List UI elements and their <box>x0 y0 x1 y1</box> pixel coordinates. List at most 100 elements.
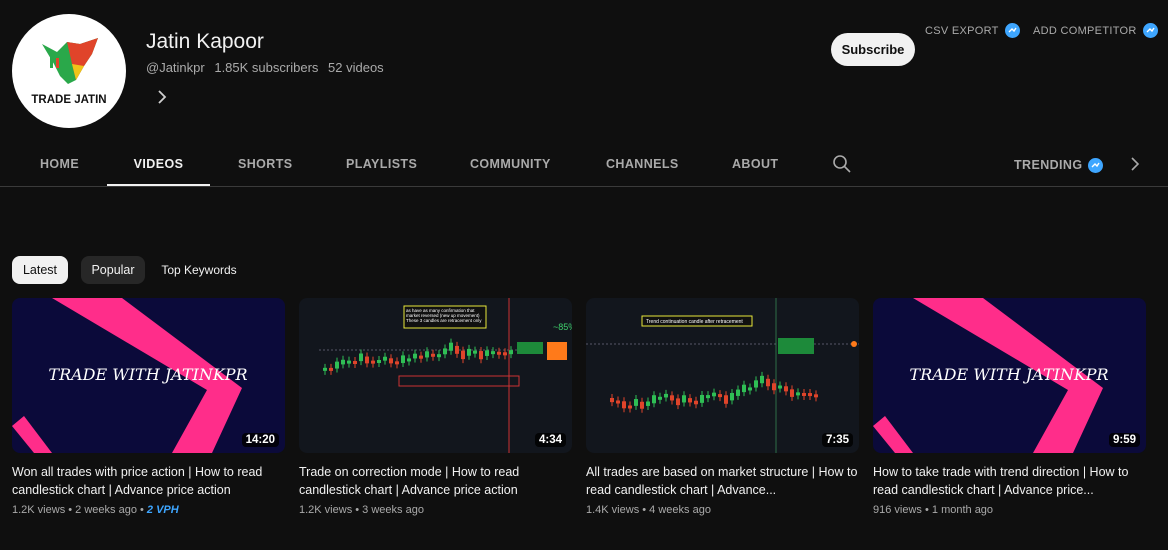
thumbnail-text: TRADE WITH JATINKPR <box>909 365 1108 384</box>
candle <box>479 351 483 360</box>
chevron-right-icon[interactable] <box>154 88 170 106</box>
candle <box>688 398 692 403</box>
video-duration: 9:59 <box>1108 433 1140 447</box>
channel-tabs: HOME VIDEOS SHORTS PLAYLISTS COMMUNITY C… <box>0 146 1168 187</box>
candle <box>748 387 752 391</box>
logo-text: TRADE JATIN <box>31 94 106 106</box>
channel-meta: @Jatinkpr 1.85K subscribers 52 videos <box>146 60 390 75</box>
candle <box>676 398 680 406</box>
candle <box>694 400 698 405</box>
search-icon[interactable] <box>832 154 852 174</box>
tab-home[interactable]: HOME <box>40 146 79 184</box>
candle <box>401 355 405 364</box>
candle <box>509 350 513 355</box>
candle <box>622 401 626 409</box>
extension-icon <box>1004 23 1020 38</box>
candle <box>640 401 644 409</box>
video-title[interactable]: Won all trades with price action | How t… <box>12 463 285 499</box>
filter-latest[interactable]: Latest <box>12 256 68 284</box>
candle <box>395 361 399 365</box>
candle <box>461 350 465 360</box>
candle <box>473 350 477 354</box>
video-title[interactable]: Trade on correction mode | How to read c… <box>299 463 572 499</box>
candle <box>377 359 381 363</box>
channel-avatar[interactable]: TRADE JATIN <box>12 14 126 128</box>
view-count: 916 views <box>873 504 922 516</box>
candle <box>329 367 333 371</box>
tab-shorts[interactable]: SHORTS <box>238 146 293 184</box>
video-duration: 4:34 <box>534 433 566 447</box>
channel-handle: @Jatinkpr <box>146 60 205 75</box>
candle <box>730 392 734 401</box>
candle <box>503 352 507 356</box>
tab-about[interactable]: ABOUT <box>732 146 778 184</box>
video-duration: 7:35 <box>821 433 853 447</box>
video-title[interactable]: All trades are based on market structure… <box>586 463 859 499</box>
candle <box>485 350 489 356</box>
thumbnail-text: Trend continuation candle after retracem… <box>646 319 743 325</box>
video-duration: 14:20 <box>241 433 279 447</box>
thumbnail-text: as have as many confirmation that market… <box>406 308 482 323</box>
candle <box>341 359 345 365</box>
video-meta: 1.4K views • 4 weeks ago <box>586 504 711 516</box>
video-card[interactable]: TRADE WITH JATINKPR 14:20 Won all trades… <box>12 298 285 516</box>
candle <box>497 351 501 355</box>
add-competitor-button[interactable]: ADD COMPETITOR <box>1033 23 1158 38</box>
filter-top-keywords[interactable]: Top Keywords <box>155 256 243 284</box>
video-card[interactable]: TRADE WITH JATINKPR 9:59 How to take tra… <box>873 298 1146 516</box>
video-thumbnail[interactable]: as have as many confirmation that market… <box>299 298 572 453</box>
view-count: 1.2K views <box>12 504 66 516</box>
candle <box>335 361 339 369</box>
candle <box>359 353 363 362</box>
candle <box>323 367 327 371</box>
candle <box>814 394 818 398</box>
candle <box>718 394 722 398</box>
tab-videos[interactable]: VIDEOS <box>107 146 210 186</box>
tab-channels[interactable]: CHANNELS <box>606 146 679 184</box>
candle <box>616 400 620 404</box>
candle <box>742 384 746 393</box>
candle <box>772 383 776 391</box>
candle <box>682 395 686 403</box>
video-meta: 1.2K views • 3 weeks ago <box>299 504 424 516</box>
csv-export-button[interactable]: CSV EXPORT <box>925 23 1020 38</box>
candle <box>455 345 459 354</box>
candle <box>353 361 357 365</box>
subscribe-button[interactable]: Subscribe <box>831 33 915 66</box>
upload-age: 4 weeks ago <box>649 504 711 516</box>
tab-trending[interactable]: TRENDING <box>1014 146 1104 184</box>
extension-icon <box>1088 157 1104 173</box>
candle <box>634 399 638 406</box>
view-count: 1.2K views <box>299 504 353 516</box>
upload-age: 1 month ago <box>931 504 994 516</box>
candle <box>407 358 411 362</box>
candle <box>652 395 656 404</box>
video-thumbnail[interactable]: TRADE WITH JATINKPR 14:20 <box>12 298 285 453</box>
video-card[interactable]: as have as many confirmation that market… <box>299 298 572 516</box>
candle <box>413 353 417 359</box>
video-meta: 1.2K views • 2 weeks ago • 2 VPH <box>12 504 179 516</box>
video-thumbnail[interactable]: Trend continuation candle after retracem… <box>586 298 859 453</box>
upload-age: 2 weeks ago <box>75 504 137 516</box>
candle <box>724 395 728 404</box>
candle <box>802 392 806 396</box>
svg-text:~85%: ~85% <box>553 322 572 332</box>
candle <box>706 395 710 399</box>
video-card[interactable]: Trend continuation candle after retracem… <box>586 298 859 516</box>
tab-playlists[interactable]: PLAYLISTS <box>346 146 417 184</box>
chevron-right-icon[interactable] <box>1128 156 1142 172</box>
video-title[interactable]: How to take trade with trend direction |… <box>873 463 1146 499</box>
candle <box>467 348 471 356</box>
video-thumbnail[interactable]: TRADE WITH JATINKPR 9:59 <box>873 298 1146 453</box>
filter-popular[interactable]: Popular <box>81 256 145 284</box>
thumbnail-text: TRADE WITH JATINKPR <box>48 365 247 384</box>
video-count: 52 videos <box>328 60 384 75</box>
candle <box>365 356 369 364</box>
video-meta: 916 views • 1 month ago <box>873 504 994 516</box>
candle <box>425 351 429 358</box>
candle <box>784 386 788 392</box>
view-count: 1.4K views <box>586 504 640 516</box>
candle <box>736 389 740 396</box>
extension-icon <box>1142 23 1158 38</box>
tab-community[interactable]: COMMUNITY <box>470 146 551 184</box>
